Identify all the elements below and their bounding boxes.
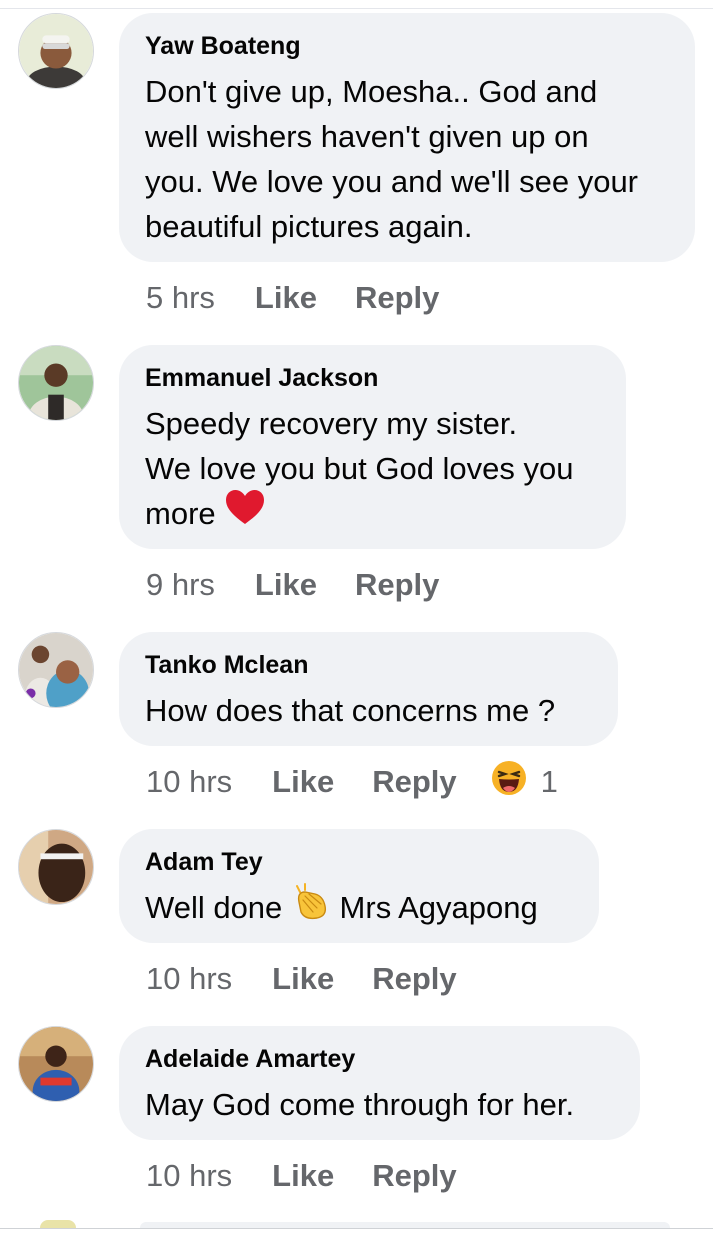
comment-text: May God come through for her. (145, 1082, 614, 1127)
comment-line-text: more (145, 496, 216, 532)
avatar-photo (19, 14, 93, 88)
comment-timestamp[interactable]: 9 hrs (146, 567, 215, 603)
comment-bubble[interactable]: Adam Tey Well done Mrs Agyapong (119, 829, 599, 943)
avatar-photo (19, 830, 93, 904)
comments-page: Yaw Boateng Don't give up, Moesha.. God … (0, 0, 713, 1236)
comment-actions: 10 hrs Like Reply 1 (146, 760, 558, 804)
avatar[interactable] (18, 1026, 94, 1102)
haha-reaction-icon (491, 760, 527, 804)
avatar[interactable] (18, 632, 94, 708)
comment-bubble[interactable]: Adelaide Amartey May God come through fo… (119, 1026, 640, 1140)
comment-line: well wishers haven't given up on (145, 119, 589, 154)
comment-bubble[interactable]: Tanko Mclean How does that concerns me ? (119, 632, 618, 746)
comment-text: Speedy recovery my sister. We love you b… (145, 401, 600, 541)
reaction-count: 1 (540, 764, 558, 799)
reaction-summary[interactable]: 1 (491, 760, 558, 804)
comment-line: beautiful pictures again. (145, 209, 473, 244)
avatar[interactable] (18, 13, 94, 89)
comment-author[interactable]: Yaw Boateng (145, 31, 669, 61)
comment-actions: 10 hrs Like Reply (146, 959, 495, 999)
comment-line: Don't give up, Moesha.. God and (145, 74, 598, 109)
like-button[interactable]: Like (255, 280, 317, 316)
reply-button[interactable]: Reply (372, 1158, 456, 1194)
comment-timestamp[interactable]: 5 hrs (146, 280, 215, 316)
avatar[interactable] (18, 345, 94, 421)
reply-button[interactable]: Reply (355, 567, 439, 603)
comment-author[interactable]: Emmanuel Jackson (145, 363, 600, 393)
comment-text: Don't give up, Moesha.. God and well wis… (145, 69, 669, 249)
comment-text-before: Well done (145, 890, 283, 926)
like-button[interactable]: Like (255, 567, 317, 603)
comment-line: May God come through for her. (145, 1087, 575, 1122)
comment-actions: 10 hrs Like Reply (146, 1156, 495, 1196)
comment-author[interactable]: Adam Tey (145, 847, 573, 877)
reply-button[interactable]: Reply (372, 961, 456, 997)
comment-timestamp[interactable]: 10 hrs (146, 961, 232, 997)
comment-timestamp[interactable]: 10 hrs (146, 764, 232, 800)
comment-bubble[interactable]: Yaw Boateng Don't give up, Moesha.. God … (119, 13, 695, 262)
avatar-photo (19, 633, 93, 707)
reply-button[interactable]: Reply (372, 764, 456, 800)
divider (0, 8, 713, 9)
comment-line: you. We love you and we'll see your (145, 164, 639, 199)
comment-line: How does that concerns me ? (145, 693, 556, 728)
comment-text-after: Mrs Agyapong (339, 890, 538, 926)
avatar[interactable] (18, 829, 94, 905)
comment-line: more (145, 488, 600, 541)
like-button[interactable]: Like (272, 764, 334, 800)
comment-actions: 9 hrs Like Reply (146, 565, 477, 605)
comment-text: How does that concerns me ? (145, 688, 592, 733)
comment-line: Speedy recovery my sister. (145, 406, 518, 441)
like-button[interactable]: Like (272, 961, 334, 997)
avatar-photo (19, 1027, 93, 1101)
comment-author[interactable]: Adelaide Amartey (145, 1044, 614, 1074)
avatar-photo (19, 346, 93, 420)
comment-actions: 5 hrs Like Reply (146, 278, 477, 318)
comment-timestamp[interactable]: 10 hrs (146, 1158, 232, 1194)
comment-author[interactable]: Tanko Mclean (145, 650, 592, 680)
comment-text: Well done Mrs Agyapong (145, 882, 573, 935)
next-comment-avatar-edge (40, 1220, 76, 1228)
comment-line: We love you but God loves you (145, 451, 574, 486)
clapping-hands-icon (291, 882, 331, 932)
heart-icon (224, 488, 266, 538)
like-button[interactable]: Like (272, 1158, 334, 1194)
reply-button[interactable]: Reply (355, 280, 439, 316)
divider (0, 1228, 713, 1229)
comment-bubble[interactable]: Emmanuel Jackson Speedy recovery my sist… (119, 345, 626, 549)
